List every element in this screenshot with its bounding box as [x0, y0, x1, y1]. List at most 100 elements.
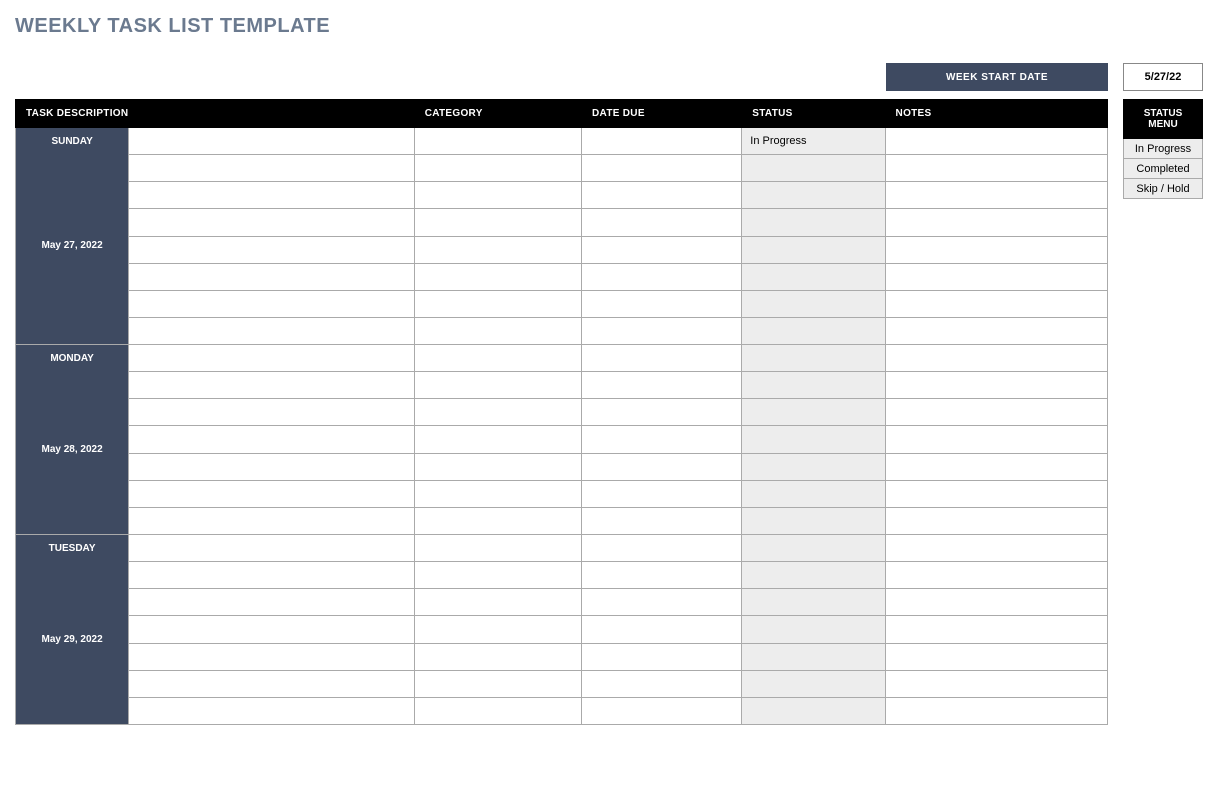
- notes-cell[interactable]: [885, 236, 1107, 263]
- category-cell[interactable]: [414, 236, 581, 263]
- category-cell[interactable]: [414, 426, 581, 453]
- due-cell[interactable]: [582, 535, 742, 562]
- status-cell[interactable]: [742, 535, 885, 562]
- due-cell[interactable]: [582, 236, 742, 263]
- due-cell[interactable]: [582, 480, 742, 507]
- status-cell[interactable]: [742, 290, 885, 317]
- category-cell[interactable]: [414, 263, 581, 290]
- category-cell[interactable]: [414, 182, 581, 209]
- notes-cell[interactable]: [885, 290, 1107, 317]
- due-cell[interactable]: [582, 643, 742, 670]
- category-cell[interactable]: [414, 480, 581, 507]
- status-cell[interactable]: [742, 589, 885, 616]
- notes-cell[interactable]: [885, 182, 1107, 209]
- due-cell[interactable]: [582, 317, 742, 344]
- status-cell[interactable]: [742, 670, 885, 697]
- notes-cell[interactable]: [885, 453, 1107, 480]
- task-cell[interactable]: [129, 589, 415, 616]
- due-cell[interactable]: [582, 209, 742, 236]
- due-cell[interactable]: [582, 562, 742, 589]
- task-cell[interactable]: [129, 562, 415, 589]
- notes-cell[interactable]: [885, 263, 1107, 290]
- task-cell[interactable]: [129, 507, 415, 534]
- status-cell[interactable]: [742, 426, 885, 453]
- category-cell[interactable]: [414, 345, 581, 372]
- task-cell[interactable]: [129, 697, 415, 724]
- notes-cell[interactable]: [885, 670, 1107, 697]
- notes-cell[interactable]: [885, 589, 1107, 616]
- due-cell[interactable]: [582, 426, 742, 453]
- status-menu-item[interactable]: In Progress: [1124, 139, 1203, 159]
- category-cell[interactable]: [414, 589, 581, 616]
- status-cell[interactable]: [742, 643, 885, 670]
- category-cell[interactable]: [414, 670, 581, 697]
- category-cell[interactable]: [414, 616, 581, 643]
- week-start-date-value[interactable]: 5/27/22: [1123, 63, 1203, 91]
- notes-cell[interactable]: [885, 155, 1107, 182]
- category-cell[interactable]: [414, 128, 581, 155]
- notes-cell[interactable]: [885, 209, 1107, 236]
- notes-cell[interactable]: [885, 697, 1107, 724]
- task-cell[interactable]: [129, 182, 415, 209]
- notes-cell[interactable]: [885, 480, 1107, 507]
- category-cell[interactable]: [414, 697, 581, 724]
- due-cell[interactable]: [582, 128, 742, 155]
- status-cell[interactable]: [742, 345, 885, 372]
- category-cell[interactable]: [414, 399, 581, 426]
- task-cell[interactable]: [129, 453, 415, 480]
- status-cell[interactable]: [742, 480, 885, 507]
- category-cell[interactable]: [414, 507, 581, 534]
- task-cell[interactable]: [129, 345, 415, 372]
- task-cell[interactable]: [129, 372, 415, 399]
- task-cell[interactable]: [129, 263, 415, 290]
- category-cell[interactable]: [414, 155, 581, 182]
- status-cell[interactable]: [742, 317, 885, 344]
- status-menu-item[interactable]: Completed: [1124, 159, 1203, 179]
- status-cell[interactable]: [742, 697, 885, 724]
- task-cell[interactable]: [129, 535, 415, 562]
- notes-cell[interactable]: [885, 535, 1107, 562]
- status-cell[interactable]: [742, 453, 885, 480]
- due-cell[interactable]: [582, 589, 742, 616]
- task-cell[interactable]: [129, 236, 415, 263]
- notes-cell[interactable]: [885, 643, 1107, 670]
- due-cell[interactable]: [582, 670, 742, 697]
- task-cell[interactable]: [129, 128, 415, 155]
- task-cell[interactable]: [129, 616, 415, 643]
- status-cell[interactable]: [742, 155, 885, 182]
- notes-cell[interactable]: [885, 399, 1107, 426]
- status-cell[interactable]: In Progress: [742, 128, 885, 155]
- status-cell[interactable]: [742, 182, 885, 209]
- due-cell[interactable]: [582, 345, 742, 372]
- notes-cell[interactable]: [885, 426, 1107, 453]
- due-cell[interactable]: [582, 616, 742, 643]
- category-cell[interactable]: [414, 372, 581, 399]
- due-cell[interactable]: [582, 697, 742, 724]
- category-cell[interactable]: [414, 317, 581, 344]
- due-cell[interactable]: [582, 399, 742, 426]
- task-cell[interactable]: [129, 209, 415, 236]
- due-cell[interactable]: [582, 372, 742, 399]
- notes-cell[interactable]: [885, 128, 1107, 155]
- task-cell[interactable]: [129, 643, 415, 670]
- status-cell[interactable]: [742, 372, 885, 399]
- task-cell[interactable]: [129, 290, 415, 317]
- task-cell[interactable]: [129, 670, 415, 697]
- task-cell[interactable]: [129, 155, 415, 182]
- task-cell[interactable]: [129, 426, 415, 453]
- status-cell[interactable]: [742, 562, 885, 589]
- status-cell[interactable]: [742, 236, 885, 263]
- due-cell[interactable]: [582, 290, 742, 317]
- notes-cell[interactable]: [885, 372, 1107, 399]
- notes-cell[interactable]: [885, 507, 1107, 534]
- status-cell[interactable]: [742, 209, 885, 236]
- category-cell[interactable]: [414, 643, 581, 670]
- due-cell[interactable]: [582, 182, 742, 209]
- notes-cell[interactable]: [885, 317, 1107, 344]
- notes-cell[interactable]: [885, 616, 1107, 643]
- due-cell[interactable]: [582, 453, 742, 480]
- status-cell[interactable]: [742, 507, 885, 534]
- due-cell[interactable]: [582, 155, 742, 182]
- category-cell[interactable]: [414, 453, 581, 480]
- task-cell[interactable]: [129, 480, 415, 507]
